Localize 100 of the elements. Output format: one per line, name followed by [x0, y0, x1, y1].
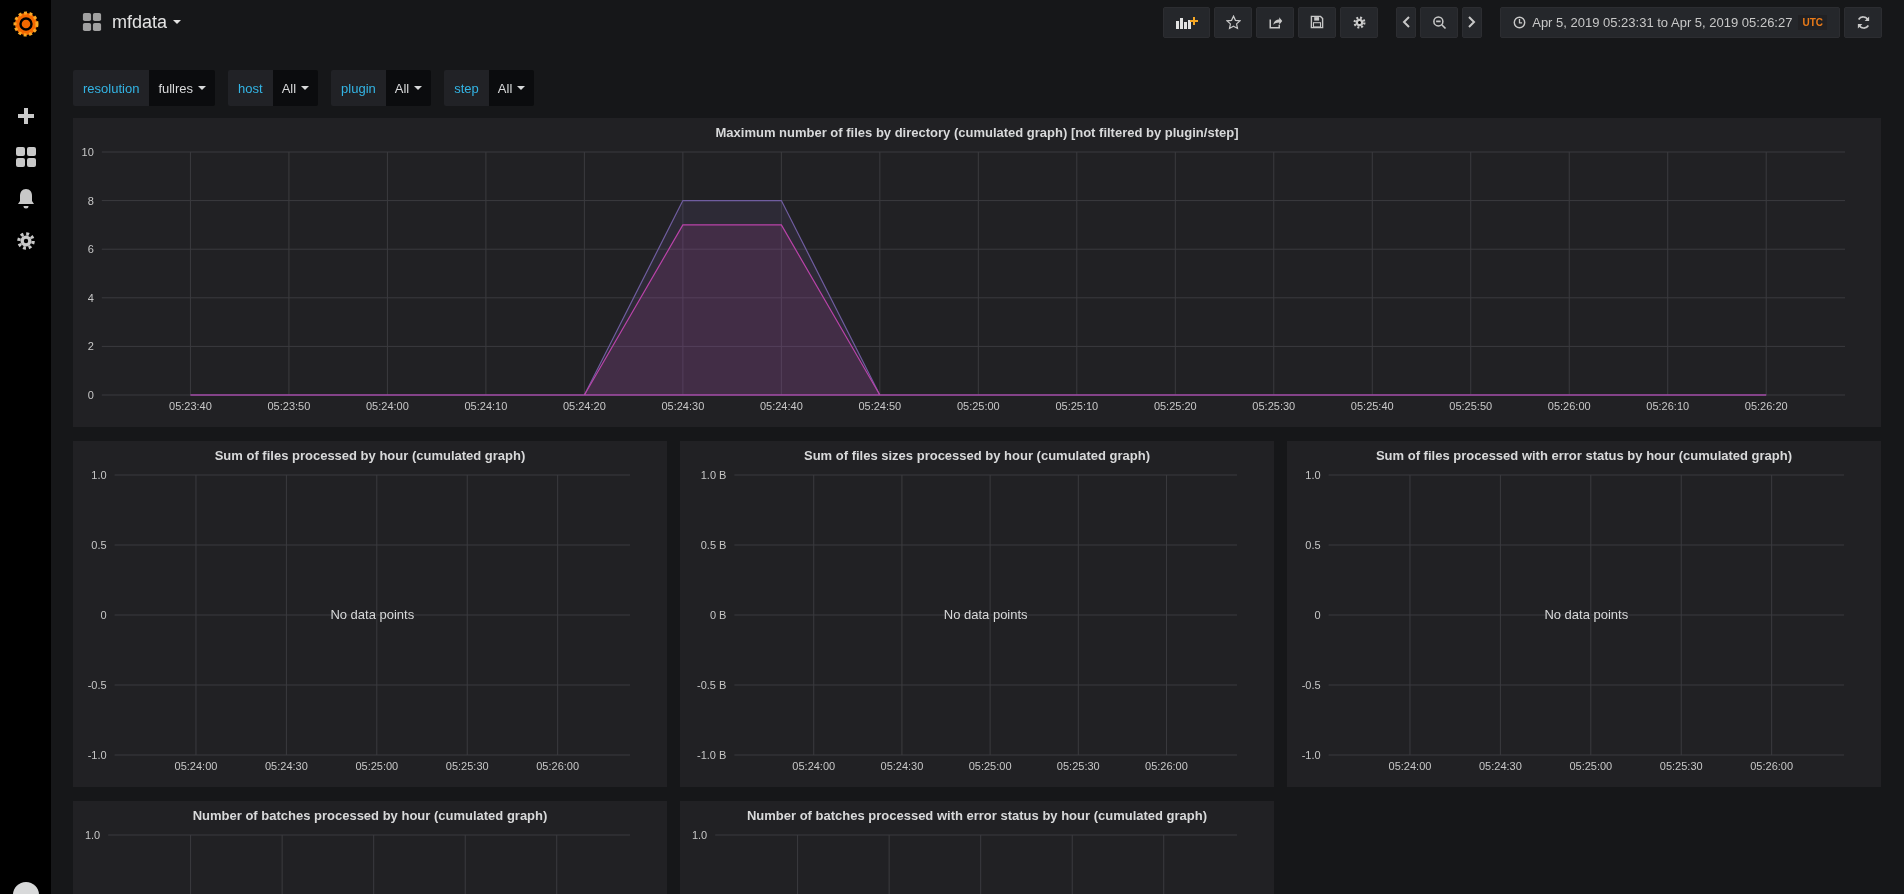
axis-label: 05:26:00 — [1145, 760, 1188, 772]
clock-icon — [1513, 15, 1527, 29]
axis-label: 05:26:00 — [1750, 760, 1794, 772]
axis-label: -1.0 B — [697, 749, 727, 761]
axis-label: 0.5 — [1305, 539, 1321, 551]
bar-chart-plus-icon — [1175, 15, 1198, 29]
refresh-icon — [1855, 14, 1871, 30]
axis-label: 05:23:40 — [169, 400, 212, 412]
axis-label: 2 — [87, 340, 94, 353]
dashboards-icon[interactable] — [82, 12, 102, 32]
axis-label: 1.0 — [91, 469, 107, 481]
axis-label: -1.0 — [1301, 749, 1321, 761]
axis-label: 05:24:30 — [661, 400, 705, 412]
share-button[interactable] — [1256, 6, 1295, 38]
axis-label: 05:25:30 — [445, 760, 489, 772]
axis-label: 05:26:00 — [1547, 400, 1591, 412]
refresh-button[interactable] — [1844, 6, 1882, 38]
panel-title: Sum of files processed by hour (cumulated graph) — [214, 447, 526, 463]
add-panel-button[interactable] — [1163, 6, 1211, 38]
axis-label: 10 — [81, 146, 94, 158]
axis-label: 1.0 B — [700, 469, 727, 481]
time-range-picker[interactable]: Apr 5, 2019 05:23:31 to Apr 5, 2019 05:26:27 UTC — [1500, 6, 1840, 38]
axis-label: 0 — [1314, 609, 1321, 621]
axis-label: 0.5 B — [700, 539, 727, 551]
variable-label: host — [228, 70, 273, 106]
axis-label: 05:24:30 — [1479, 760, 1522, 772]
axis-label: 05:25:50 — [1449, 400, 1493, 412]
caret-icon — [173, 20, 182, 24]
bell-icon[interactable] — [15, 188, 36, 210]
axis-label: 4 — [87, 291, 94, 304]
no-data-message: No data points — [1544, 607, 1629, 622]
variable-dropdown[interactable]: All — [385, 70, 432, 106]
axis-label: 1.0 — [691, 829, 708, 841]
panel-title: Number of batches processed by hour (cumulated graph) — [192, 807, 548, 823]
time-range: Apr 5, 2019 05:23:31 to Apr 5, 2019 05:26:27 — [1532, 14, 1793, 30]
axis-label: 05:24:30 — [265, 760, 308, 772]
axis-label: 0 — [100, 609, 107, 621]
panel-title: Maximum number of files by directory (cumulated graph) [not filtered by plugin/step] — [715, 124, 1239, 140]
axis-label: 05:25:00 — [355, 760, 399, 772]
no-data-message: No data points — [330, 607, 415, 622]
dashboards-icon[interactable] — [14, 146, 37, 168]
axis-label: 0 — [87, 389, 94, 401]
variable-label: step — [444, 70, 489, 106]
axis-label: 0 B — [709, 609, 727, 621]
no-data-message: No data points — [943, 607, 1028, 622]
zoom-out-button[interactable] — [1420, 6, 1459, 38]
settings-button[interactable] — [1340, 6, 1379, 38]
previous-button[interactable] — [1396, 6, 1417, 38]
variable-label: plugin — [331, 70, 386, 106]
axis-label: 05:24:00 — [792, 760, 836, 772]
axis-label: 6 — [87, 243, 94, 256]
axis-label: 05:25:30 — [1252, 400, 1296, 412]
timezone-badge: UTC — [1798, 14, 1827, 30]
axis-label: -1.0 — [87, 749, 107, 761]
caret-icon — [198, 86, 207, 90]
variable-dropdown[interactable]: fullres — [149, 70, 216, 106]
chevron-right-icon — [1468, 16, 1477, 28]
axis-label: 05:24:30 — [880, 760, 924, 772]
variable-label: resolution — [73, 70, 150, 106]
axis-label: 05:24:00 — [1388, 760, 1432, 772]
caret-icon — [517, 86, 526, 90]
axis-label: 05:25:30 — [1056, 760, 1100, 772]
axis-label: 05:23:50 — [267, 400, 311, 412]
axis-label: 05:26:00 — [536, 760, 580, 772]
caret-icon — [301, 86, 310, 90]
settings-icon — [1351, 14, 1367, 30]
axis-label: -0.5 B — [697, 679, 727, 691]
axis-label: 1.0 — [1305, 469, 1321, 481]
axis-label: 05:24:00 — [174, 760, 218, 772]
caret-icon — [414, 86, 423, 90]
axis-label: 05:25:00 — [956, 400, 1000, 412]
axis-label: 05:25:10 — [1055, 400, 1099, 412]
axis-label: 8 — [87, 194, 94, 207]
axis-label: 05:24:40 — [759, 400, 803, 412]
axis-label: 05:25:00 — [968, 760, 1012, 772]
axis-label: 05:25:20 — [1153, 400, 1197, 412]
axis-label: 05:25:00 — [1569, 760, 1613, 772]
dashboard-title[interactable]: mfdata — [112, 11, 182, 33]
axis-label: 05:24:10 — [464, 400, 508, 412]
axis-label: 05:24:20 — [562, 400, 606, 412]
axis-label: -0.5 — [87, 679, 107, 691]
axis-label: 05:25:40 — [1350, 400, 1394, 412]
variable-dropdown[interactable]: All — [272, 70, 319, 106]
star-icon — [1225, 14, 1241, 30]
settings-icon[interactable] — [14, 230, 37, 252]
axis-label: 05:24:00 — [366, 400, 409, 412]
variable-dropdown[interactable]: All — [488, 70, 535, 106]
star-button[interactable] — [1214, 6, 1253, 38]
axis-label: -0.5 — [1301, 679, 1321, 691]
axis-label: 05:26:20 — [1744, 400, 1788, 412]
axis-label: 05:25:30 — [1659, 760, 1703, 772]
axis-label: 1.0 — [84, 829, 101, 841]
panel-title: Sum of files sizes processed by hour (cumulated graph) — [804, 447, 1150, 463]
axis-label: 05:24:50 — [858, 400, 902, 412]
save-button[interactable] — [1298, 6, 1337, 38]
panel-title: Sum of files processed with error status by hour (cumulated graph) — [1375, 447, 1793, 463]
panel-title: Number of batches processed with error status by hour (cumulated graph) — [746, 807, 1208, 823]
plus-icon[interactable] — [15, 106, 36, 126]
next-button[interactable] — [1462, 6, 1483, 38]
chevron-left-icon — [1402, 16, 1411, 28]
